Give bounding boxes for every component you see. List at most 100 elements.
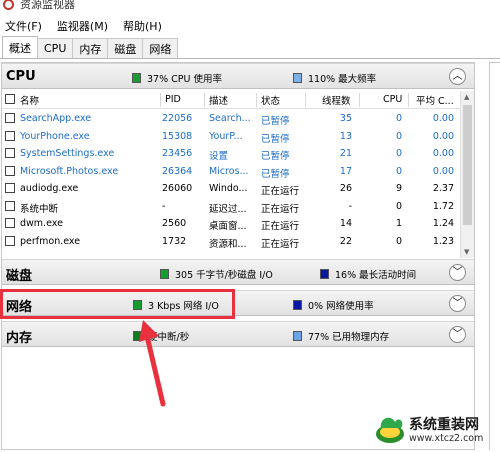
network-usage-metric: 0% 网络使用率 [293, 298, 374, 312]
table-cell: 0.00 [432, 113, 454, 124]
table-cell: 17 [339, 165, 352, 177]
disk-io-metric: 305 千字节/秒磁盘 I/O [160, 267, 273, 281]
column-avg-cpu[interactable]: 平均 C... [416, 93, 454, 107]
table-row[interactable]: Microsoft.Photos.exe 26364 Micros... 已暂停 17 0… [2, 163, 460, 181]
graph-pane [489, 62, 500, 450]
table-cell: 22 [339, 235, 352, 247]
chevron-up-icon[interactable]: ︿ [449, 68, 466, 85]
cpu-process-table: SearchApp.exe 22056 Search... 已暂停 35 0 0.00 You… [2, 110, 460, 258]
tab-overview[interactable]: 概述 [2, 36, 38, 58]
tab-strip: 概述 CPU 内存 磁盘 网络 [0, 36, 500, 59]
table-cell: 0.00 [432, 148, 454, 159]
table-cell: 13 [339, 130, 352, 142]
menu-help[interactable]: 帮助(H) [123, 18, 162, 34]
tab-cpu[interactable]: CPU [37, 38, 74, 58]
cpu-usage-metric: 37% CPU 使用率 [132, 71, 222, 85]
table-row[interactable]: YourPhone.exe 15308 YourP... 已暂停 13 0 0.00 [2, 128, 460, 146]
table-row[interactable]: perfmon.exe 1732 资源和... 正在运行 22 0 1.23 [2, 233, 460, 251]
table-cell: 1732 [162, 235, 187, 247]
table-cell: SearchApp.exe [20, 113, 92, 124]
table-row[interactable]: SearchApp.exe 22056 Search... 已暂停 35 0 0.00 [2, 110, 460, 128]
physical-memory-label: 77% 已用物理内存 [308, 332, 390, 343]
row-checkbox[interactable] [5, 130, 15, 141]
row-checkbox[interactable] [5, 218, 15, 228]
watermark-logo-icon [376, 417, 404, 443]
watermark-url: www.xtcz2.com [409, 433, 484, 444]
table-cell: 1.23 [432, 235, 454, 247]
chevron-down-icon[interactable]: ﹀ [449, 295, 466, 312]
table-cell: YourP... [209, 130, 243, 142]
table-cell: 0 [395, 200, 402, 212]
menu-file[interactable]: 文件(F) [5, 18, 42, 34]
window-title: 资源监视器 [20, 0, 75, 11]
disk-active-time-swatch [320, 269, 329, 279]
table-cell: - [162, 200, 166, 212]
table-row[interactable]: 系统中断 - 延迟过... 正在运行 - 0 1.72 [2, 198, 460, 216]
chevron-down-icon[interactable]: ﹀ [449, 264, 466, 281]
chevron-down-icon[interactable]: ﹀ [449, 326, 466, 343]
disk-section-header[interactable]: 磁盘 305 千字节/秒磁盘 I/O 16% 最长活动时间 ﹀ [2, 259, 474, 285]
memory-section-header[interactable]: 内存 硬中断/秒 77% 已用物理内存 ﹀ [2, 321, 474, 347]
physical-memory-metric: 77% 已用物理内存 [293, 329, 389, 343]
cpu-usage-swatch [132, 73, 141, 83]
table-cell: Micros... [209, 165, 249, 177]
table-cell: 已暂停 [261, 168, 290, 180]
resource-monitor-icon [3, 0, 14, 10]
table-cell: 1.24 [432, 218, 454, 229]
disk-active-time-metric: 16% 最长活动时间 [320, 267, 416, 281]
cpu-table-header: 名称 PID 描述 状态 线程数 CPU 平均 C... [2, 91, 460, 109]
table-cell: 已暂停 [261, 116, 290, 127]
row-checkbox[interactable] [5, 113, 15, 123]
table-cell: YourPhone.exe [20, 130, 90, 142]
menu-bar: 文件(F) 监视器(M) 帮助(H) [0, 16, 500, 36]
max-frequency-metric: 110% 最大频率 [293, 71, 376, 85]
table-cell: 26364 [162, 165, 193, 177]
table-row[interactable]: dwm.exe 2560 桌面窗... 正在运行 14 1 1.24 [2, 215, 460, 233]
max-frequency-swatch [293, 73, 302, 83]
table-cell: 0.00 [432, 130, 454, 142]
column-threads[interactable]: 线程数 [322, 93, 351, 107]
scroll-thumb[interactable] [463, 105, 472, 225]
column-pid[interactable]: PID [165, 94, 181, 105]
scroll-up-icon[interactable]: ▲ [464, 93, 469, 101]
column-cpu[interactable]: CPU [383, 94, 402, 105]
site-watermark: 系统重装网 www.xtcz2.com [373, 412, 498, 448]
disk-io-label: 305 千字节/秒磁盘 I/O [175, 270, 273, 281]
column-description[interactable]: 描述 [209, 93, 228, 107]
column-name[interactable]: 名称 [20, 93, 39, 107]
table-cell: 0 [395, 113, 402, 124]
table-cell: 桌面窗... [209, 221, 247, 232]
table-cell: 0 [395, 148, 402, 159]
table-cell: 资源和... [209, 238, 247, 250]
row-checkbox[interactable] [5, 165, 15, 176]
physical-memory-swatch [293, 331, 302, 341]
table-cell: 正在运行 [261, 203, 300, 215]
tab-disk[interactable]: 磁盘 [107, 38, 144, 58]
cpu-section-header[interactable]: CPU 37% CPU 使用率 110% 最大频率 ︿ [2, 63, 474, 89]
row-checkbox[interactable] [5, 235, 15, 246]
row-checkbox[interactable] [5, 200, 15, 211]
table-cell: 0 [395, 165, 402, 177]
table-cell: 正在运行 [261, 238, 300, 250]
table-cell: Search... [209, 113, 251, 124]
table-cell: 2.37 [432, 183, 454, 194]
column-status[interactable]: 状态 [261, 93, 280, 107]
menu-monitor[interactable]: 监视器(M) [57, 18, 108, 34]
table-cell: 9 [395, 183, 402, 194]
table-cell: 已暂停 [261, 133, 290, 145]
cpu-table-scrollbar[interactable]: ▲ ▼ [460, 91, 474, 258]
table-cell: - [348, 200, 352, 212]
table-cell: 1.72 [432, 200, 454, 212]
annotation-arrow-icon [139, 320, 166, 407]
table-cell: 26 [339, 183, 352, 194]
select-all-checkbox[interactable] [5, 94, 15, 104]
tab-memory[interactable]: 内存 [72, 38, 109, 58]
table-cell: 35 [339, 113, 352, 124]
table-row[interactable]: audiodg.exe 26060 Windo... 正在运行 26 9 2.37 [2, 180, 460, 198]
row-checkbox[interactable] [5, 148, 15, 158]
tab-network[interactable]: 网络 [142, 38, 179, 58]
table-cell: audiodg.exe [20, 183, 79, 194]
table-row[interactable]: SystemSettings.exe 23456 设置 已暂停 21 0 0.00 [2, 145, 460, 163]
row-checkbox[interactable] [5, 183, 15, 193]
scroll-down-icon[interactable]: ▼ [464, 248, 469, 256]
